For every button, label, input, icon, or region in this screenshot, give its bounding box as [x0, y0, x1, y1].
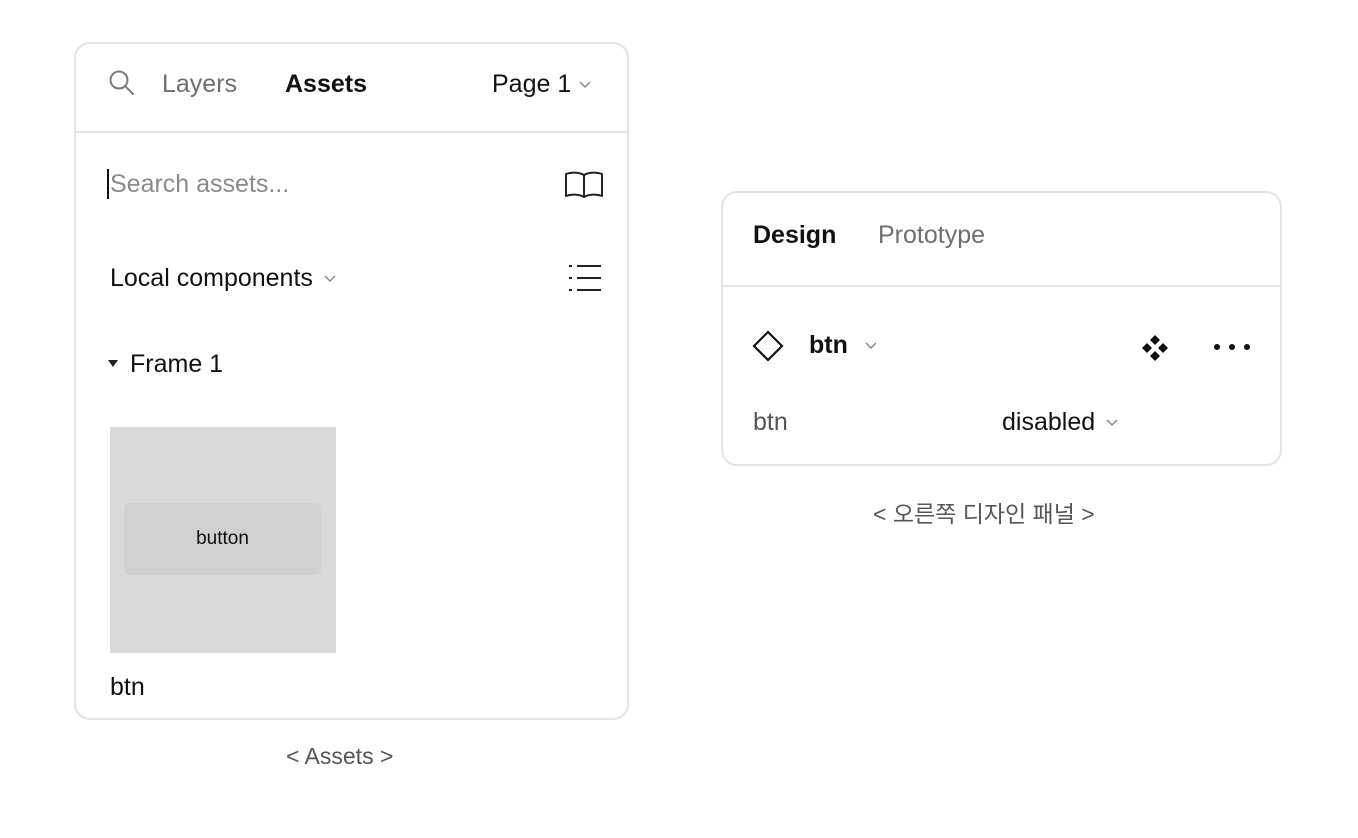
page-selector[interactable]: Page 1 — [492, 69, 592, 99]
text-cursor — [107, 169, 109, 199]
caret-down-icon — [106, 357, 120, 371]
tab-assets[interactable]: Assets — [285, 69, 367, 99]
assets-caption: < Assets > — [286, 743, 394, 769]
component-selector[interactable]: btn — [809, 330, 878, 360]
design-caption: < 오른쪽 디자인 패널 > — [873, 501, 1095, 527]
search-icon[interactable] — [108, 69, 136, 97]
instance-icon — [752, 330, 784, 362]
component-icon[interactable] — [1141, 334, 1169, 362]
property-value: disabled — [1002, 408, 1096, 436]
tab-design[interactable]: Design — [753, 220, 836, 250]
chevron-down-icon — [323, 271, 337, 285]
tab-layers[interactable]: Layers — [162, 69, 237, 99]
section-label: Frame 1 — [130, 350, 224, 378]
chevron-down-icon — [1105, 415, 1119, 429]
thumbnail-button-preview: button — [124, 503, 321, 575]
list-view-icon[interactable] — [567, 262, 603, 294]
more-icon[interactable] — [1212, 340, 1252, 352]
chevron-down-icon — [864, 338, 878, 352]
component-title: btn — [809, 331, 848, 359]
assets-panel: Layers Assets Page 1 Local components — [74, 42, 629, 720]
book-icon[interactable] — [562, 169, 606, 201]
tab-prototype[interactable]: Prototype — [878, 220, 985, 250]
component-thumbnail[interactable]: button — [110, 427, 336, 653]
property-value-select[interactable]: disabled — [1002, 407, 1119, 437]
library-selector-label: Local components — [110, 264, 313, 292]
property-name: btn — [753, 408, 788, 436]
chevron-down-icon — [578, 77, 592, 91]
design-panel: Design Prototype btn btn disabled — [721, 191, 1282, 466]
page-selector-label: Page 1 — [492, 70, 572, 98]
search-assets-input[interactable] — [110, 166, 530, 202]
section-frame-1[interactable]: Frame 1 — [106, 349, 223, 379]
header-divider — [723, 285, 1280, 287]
header-divider — [76, 131, 627, 133]
library-selector[interactable]: Local components — [110, 263, 337, 293]
component-name: btn — [110, 673, 145, 701]
thumbnail-button-label: button — [196, 528, 249, 549]
